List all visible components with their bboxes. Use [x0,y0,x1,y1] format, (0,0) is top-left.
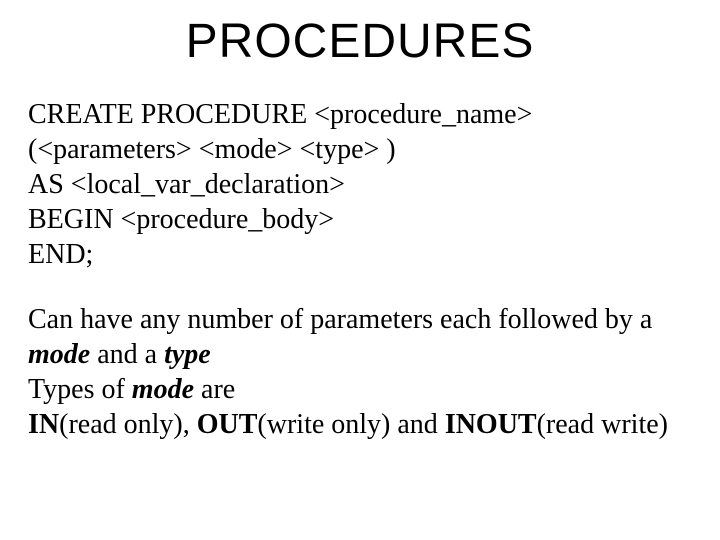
syntax-block: CREATE PROCEDURE <procedure_name> (<para… [28,97,692,272]
mode-term: mode [132,374,194,405]
desc-text: and a [90,339,164,370]
slide: PROCEDURES CREATE PROCEDURE <procedure_n… [0,0,720,540]
code-line-4: BEGIN <procedure_body> [28,202,692,237]
in-keyword: IN [28,409,59,440]
mode-term: mode [28,339,90,370]
code-line-5: END; [28,237,692,272]
code-line-2: (<parameters> <mode> <type> ) [28,132,692,167]
desc-text: Can have any number of parameters each f… [28,304,652,335]
desc-text: (write only) and [257,409,444,440]
out-keyword: OUT [197,409,258,440]
desc-text: (read only), [59,409,197,440]
code-line-1: CREATE PROCEDURE <procedure_name> [28,97,692,132]
page-title: PROCEDURES [28,14,692,69]
desc-text: Types of [28,374,132,405]
type-term: type [164,339,211,370]
description-block: Can have any number of parameters each f… [28,302,692,442]
code-line-3: AS <local_var_declaration> [28,167,692,202]
inout-keyword: INOUT [445,409,537,440]
desc-text: (read write) [537,409,668,440]
desc-text: are [194,374,235,405]
